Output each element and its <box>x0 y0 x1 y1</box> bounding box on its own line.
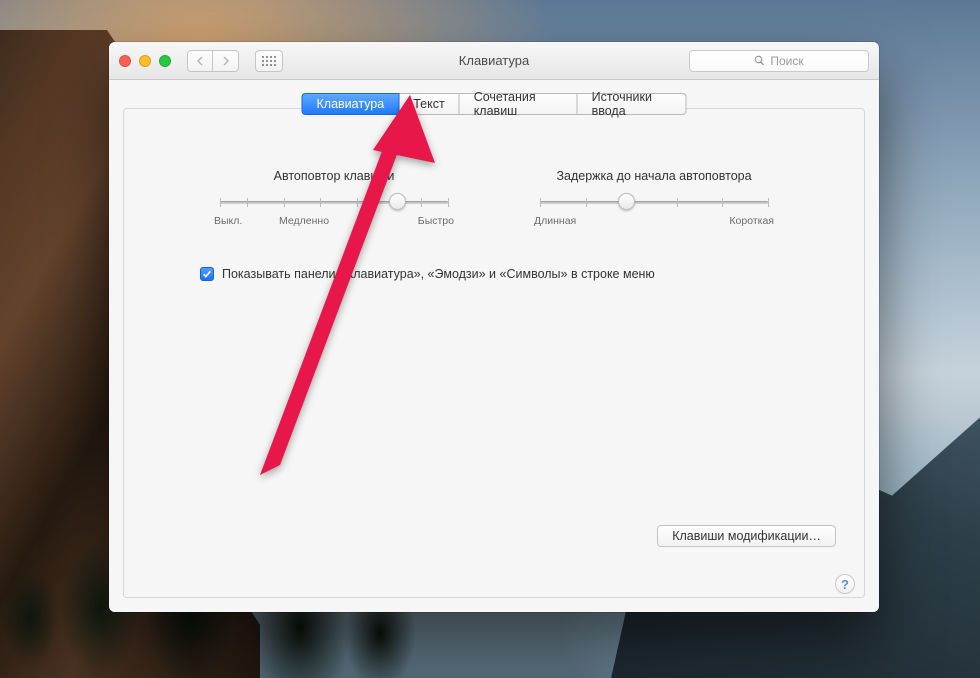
search-placeholder: Поиск <box>770 54 803 68</box>
content-area: Клавиатура Текст Сочетания клавиш Источн… <box>109 80 879 612</box>
search-input[interactable]: Поиск <box>689 50 869 72</box>
titlebar: Клавиатура Поиск <box>109 42 879 80</box>
slider-knob[interactable] <box>618 193 635 210</box>
delay-slider[interactable] <box>540 193 768 211</box>
modifier-keys-button[interactable]: Клавиши модификации… <box>657 525 836 547</box>
nav-forward-button[interactable] <box>213 50 239 72</box>
grid-icon <box>262 56 276 66</box>
scale-fast: Быстро <box>418 215 454 227</box>
tab-label: Сочетания клавиш <box>474 90 563 118</box>
tab-keyboard[interactable]: Клавиатура <box>302 93 400 115</box>
tab-bar: Клавиатура Текст Сочетания клавиш Источн… <box>302 93 687 115</box>
slider-knob[interactable] <box>389 193 406 210</box>
minimize-window-button[interactable] <box>139 55 151 67</box>
show-viewers-checkbox[interactable] <box>200 267 214 281</box>
key-repeat-group: Автоповтор клавиши Выкл. Медленно Быстро <box>214 169 454 227</box>
search-icon <box>754 55 765 66</box>
close-window-button[interactable] <box>119 55 131 67</box>
show-all-button[interactable] <box>255 50 283 72</box>
scale-slow: Медленно <box>279 215 329 227</box>
show-viewers-label: Показывать панели «Клавиатура», «Эмодзи»… <box>222 267 655 281</box>
nav-back-button[interactable] <box>187 50 213 72</box>
help-button[interactable]: ? <box>835 574 855 594</box>
check-icon <box>202 269 212 279</box>
delay-group: Задержка до начала автоповтора Длинная К… <box>534 169 774 227</box>
tab-label: Текст <box>413 97 444 111</box>
window-controls <box>119 55 171 67</box>
scale-short: Короткая <box>729 215 774 227</box>
tab-label: Клавиатура <box>317 97 385 111</box>
tab-label: Источники ввода <box>592 90 672 118</box>
scale-off: Выкл. <box>214 215 242 227</box>
key-repeat-slider[interactable] <box>220 193 448 211</box>
show-viewers-checkbox-row: Показывать панели «Клавиатура», «Эмодзи»… <box>200 267 824 281</box>
key-repeat-label: Автоповтор клавиши <box>214 169 454 183</box>
panel: Автоповтор клавиши Выкл. Медленно Быстро <box>123 108 865 598</box>
tab-shortcuts[interactable]: Сочетания клавиш <box>460 93 578 115</box>
help-icon: ? <box>841 577 849 592</box>
tab-sources[interactable]: Источники ввода <box>578 93 687 115</box>
zoom-window-button[interactable] <box>159 55 171 67</box>
tab-text[interactable]: Текст <box>399 93 459 115</box>
delay-label: Задержка до начала автоповтора <box>534 169 774 183</box>
preferences-window: Клавиатура Поиск Клавиатура Текст Сочета… <box>109 42 879 612</box>
nav-back-forward <box>187 50 239 72</box>
scale-long: Длинная <box>534 215 576 227</box>
modifier-keys-label: Клавиши модификации… <box>672 529 821 543</box>
